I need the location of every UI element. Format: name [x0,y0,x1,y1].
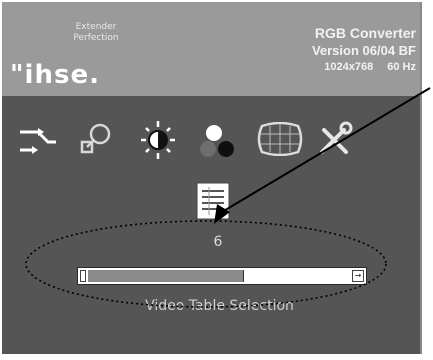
video-mode: 1024x768 60 Hz [246,59,416,75]
color-dots-icon[interactable] [196,120,240,162]
slider-left-cap[interactable] [80,270,86,282]
geometry-icon[interactable] [256,122,304,156]
refresh-text: 60 Hz [387,61,416,73]
zoom-icon[interactable] [76,120,116,160]
firmware-version: Version 06/04 BF [311,43,416,58]
video-table-icon[interactable] [196,182,230,220]
video-table-slider[interactable]: → [77,267,367,285]
tools-icon[interactable] [314,120,354,160]
setting-caption: Video Table Selection [145,298,294,314]
brightness-icon[interactable] [138,118,178,162]
video-table-value: 6 [213,234,223,250]
slider-fill [88,270,244,282]
product-name: RGB Converter [314,25,416,41]
resolution-text: 1024x768 [324,61,374,73]
slider-right-arrow-icon[interactable]: → [352,270,364,282]
osd-header: Extender Perfection "ihse. RGB Converter… [2,2,420,96]
ihse-logo: "ihse. [10,60,100,90]
input-arrows-icon[interactable] [16,122,60,158]
device-info: RGB Converter Version 06/04 BF 1024x768 … [246,24,416,75]
osd-panel: Extender Perfection "ihse. RGB Converter… [2,2,422,354]
brand-tagline: Extender Perfection [73,22,119,43]
